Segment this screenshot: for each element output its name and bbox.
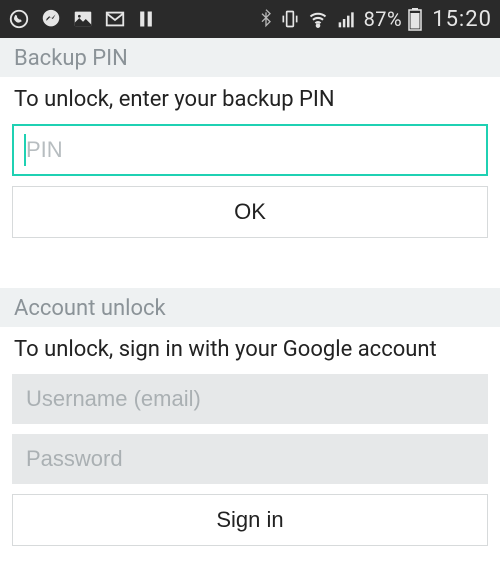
wifi-icon [306,9,330,29]
pause-icon [136,8,156,30]
clock: 15:20 [432,7,492,32]
battery-icon [408,7,422,31]
gmail-icon [104,8,126,30]
messenger-icon [40,8,62,30]
account-unlock-instruction: To unlock, sign in with your Google acco… [0,327,500,374]
vibrate-icon [280,8,300,30]
signal-icon [336,9,358,29]
username-input[interactable] [12,374,488,424]
battery-percent: 87% [364,7,403,31]
section-gap [0,248,500,288]
backup-pin-header: Backup PIN [0,38,500,77]
signin-button[interactable]: Sign in [12,494,488,546]
pin-input[interactable] [12,124,488,176]
password-input[interactable] [12,434,488,484]
status-bar: 87% 15:20 [0,0,500,38]
bluetooth-icon [258,8,274,30]
whatsapp-icon [8,8,30,30]
ok-button[interactable]: OK [12,186,488,238]
gallery-icon [72,8,94,30]
account-unlock-header: Account unlock [0,288,500,327]
backup-pin-instruction: To unlock, enter your backup PIN [0,77,500,124]
